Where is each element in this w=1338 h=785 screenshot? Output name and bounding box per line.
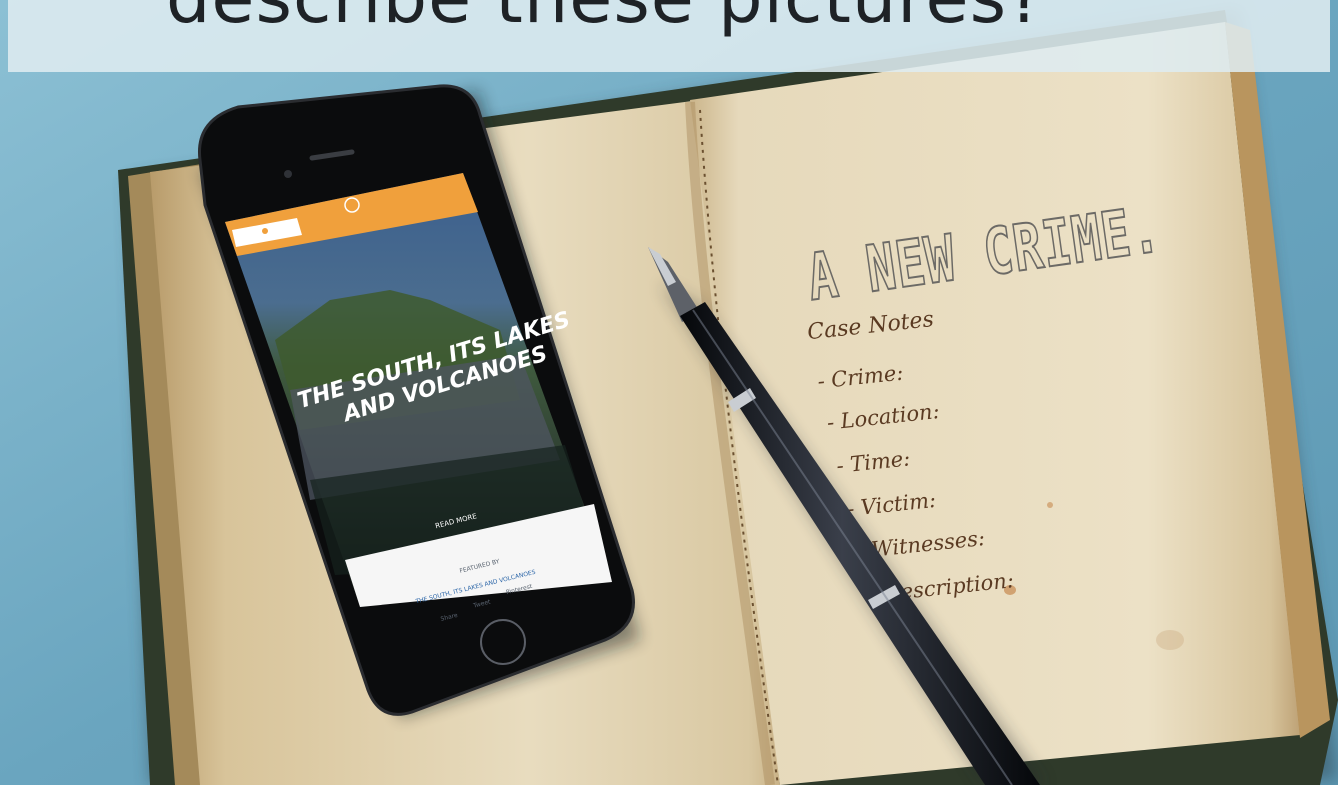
stain [1047, 502, 1053, 508]
banner-title: describe these pictures? [166, 0, 1045, 40]
scene-illustration: A NEW CRIME. Case Notes - Crime: - Locat… [0, 0, 1338, 785]
right-page [690, 22, 1300, 785]
home-button[interactable] [480, 619, 526, 665]
search-icon [262, 228, 268, 234]
question-banner: describe these pictures? [8, 0, 1330, 72]
stain [1156, 630, 1184, 650]
scene: A NEW CRIME. Case Notes - Crime: - Locat… [0, 0, 1338, 785]
